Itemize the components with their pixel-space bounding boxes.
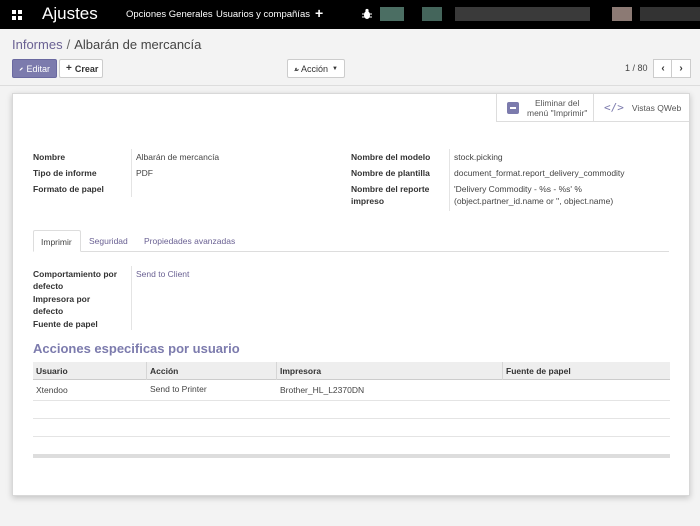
chevron-left-icon: ‹ — [661, 63, 665, 74]
edit-label: Editar — [26, 63, 50, 74]
pencil-icon — [19, 66, 23, 71]
column-action[interactable]: Acción — [150, 366, 178, 376]
breadcrumb-separator: / — [66, 37, 71, 52]
name-label: Nombre — [33, 152, 66, 162]
action-dropdown[interactable]: Acción ▼ — [287, 59, 345, 78]
printed-report-name-label-line2: impreso — [351, 196, 385, 206]
printed-report-name-value: 'Delivery Commodity - %s - %s' % (object… — [454, 183, 613, 207]
template-name-label: Nombre de plantilla — [351, 168, 430, 178]
model-name-label: Nombre del modelo — [351, 152, 431, 162]
unpublish-from-print-menu-button[interactable]: Eliminar del menú "Imprimir" — [496, 94, 593, 122]
table-row-empty — [33, 401, 670, 419]
blurred-user-name — [640, 7, 700, 21]
breadcrumb-parent[interactable]: Informes — [12, 37, 63, 52]
field-divider — [449, 149, 450, 211]
code-icon: </> — [604, 101, 624, 114]
template-name-value: document_format.report_delivery_commodit… — [454, 168, 625, 178]
paper-source-label: Fuente de papel — [33, 319, 98, 329]
button-box: Eliminar del menú "Imprimir" </> Vistas … — [496, 94, 689, 122]
printed-report-name-value-line2: (object.partner_id.name or '', object.na… — [454, 196, 614, 206]
chevron-right-icon: › — [679, 63, 683, 74]
action-label: Acción — [301, 63, 329, 74]
table-row-empty — [33, 419, 670, 437]
app-brand[interactable]: Ajustes — [42, 4, 98, 24]
pager-next-button[interactable]: › — [671, 59, 691, 78]
menu-users-companies[interactable]: Usuarios y compañías — [216, 9, 310, 20]
pager-value: 1 / 80 — [625, 63, 648, 73]
column-printer[interactable]: Impresora — [280, 366, 321, 376]
default-printer-label-line1: Impresora por — [33, 294, 91, 304]
qweb-label: Vistas QWeb — [631, 102, 682, 113]
table-row-empty — [33, 437, 670, 455]
cell-printer: Brother_HL_L2370DN — [280, 385, 365, 395]
tab-print[interactable]: Imprimir — [33, 230, 81, 252]
column-paper-source[interactable]: Fuente de papel — [506, 366, 571, 376]
blurred-systray-item — [422, 7, 442, 21]
caret-down-icon: ▼ — [332, 65, 338, 72]
pager-previous-button[interactable]: ‹ — [653, 59, 673, 78]
default-behaviour-label: Comportamiento por defecto — [33, 268, 117, 292]
field-divider — [131, 149, 132, 197]
plus-menu-icon[interactable]: + — [315, 5, 323, 21]
create-button[interactable]: + Crear — [59, 59, 103, 78]
paper-format-label: Formato de papel — [33, 184, 104, 194]
top-navbar: Ajustes Opciones Generales Usuarios y co… — [0, 0, 700, 29]
column-divider — [502, 362, 503, 380]
printed-report-name-label: Nombre del reporte impreso — [351, 183, 429, 207]
section-title: Acciones especificas por usuario — [33, 341, 240, 356]
tab-advanced-properties[interactable]: Propiedades avanzadas — [137, 230, 242, 252]
column-divider — [276, 362, 277, 380]
create-label: Crear — [74, 63, 99, 74]
printed-report-name-value-line1: 'Delivery Commodity - %s - %s' % — [454, 184, 582, 194]
cell-user: Xtendoo — [36, 385, 68, 395]
apps-menu-icon[interactable] — [12, 10, 22, 20]
plus-icon: + — [66, 63, 72, 74]
minus-square-icon — [507, 101, 519, 114]
name-value: Albarán de mercancía — [136, 152, 220, 162]
qweb-views-button[interactable]: </> Vistas QWeb — [593, 94, 689, 122]
breadcrumb: Informes / Albarán de mercancía — [12, 37, 201, 52]
table-header: Usuario Acción Impresora Fuente de papel — [33, 362, 670, 380]
field-divider — [131, 266, 132, 330]
column-user[interactable]: Usuario — [36, 366, 68, 376]
unpublish-label-line1: Eliminar del — [534, 97, 580, 108]
edit-button[interactable]: Editar — [12, 59, 57, 78]
table-footer — [33, 454, 670, 458]
default-behaviour-label-line1: Comportamiento por — [33, 269, 118, 279]
notebook-tabs: Imprimir Seguridad Propiedades avanzadas — [33, 230, 669, 252]
default-printer-label-line2: defecto — [33, 306, 64, 316]
blurred-systray-item — [380, 7, 404, 21]
column-divider — [146, 362, 147, 380]
table-row[interactable]: Xtendoo Send to Printer Brother_HL_L2370… — [33, 381, 670, 401]
control-panel-divider — [0, 85, 700, 86]
default-behaviour-value[interactable]: Send to Client — [136, 268, 189, 280]
form-sheet: Eliminar del menú "Imprimir" </> Vistas … — [12, 93, 690, 496]
unpublish-label-line2: menú "Imprimir" — [527, 107, 588, 118]
menu-general-settings[interactable]: Opciones Generales — [126, 9, 213, 20]
wrench-icon — [294, 67, 299, 71]
blurred-company-name — [455, 7, 590, 21]
user-avatar[interactable] — [612, 7, 632, 21]
report-type-value: PDF — [136, 168, 153, 178]
debug-bug-icon[interactable] — [362, 8, 372, 20]
printed-report-name-label-line1: Nombre del reporte — [351, 184, 430, 194]
report-type-label: Tipo de informe — [33, 168, 97, 178]
breadcrumb-current: Albarán de mercancía — [74, 37, 202, 52]
default-behaviour-label-line2: defecto — [33, 281, 64, 291]
model-name-value: stock.picking — [454, 152, 503, 162]
default-printer-label: Impresora por defecto — [33, 293, 90, 317]
tab-security[interactable]: Seguridad — [82, 230, 135, 252]
cell-action: Send to Printer — [150, 384, 207, 394]
